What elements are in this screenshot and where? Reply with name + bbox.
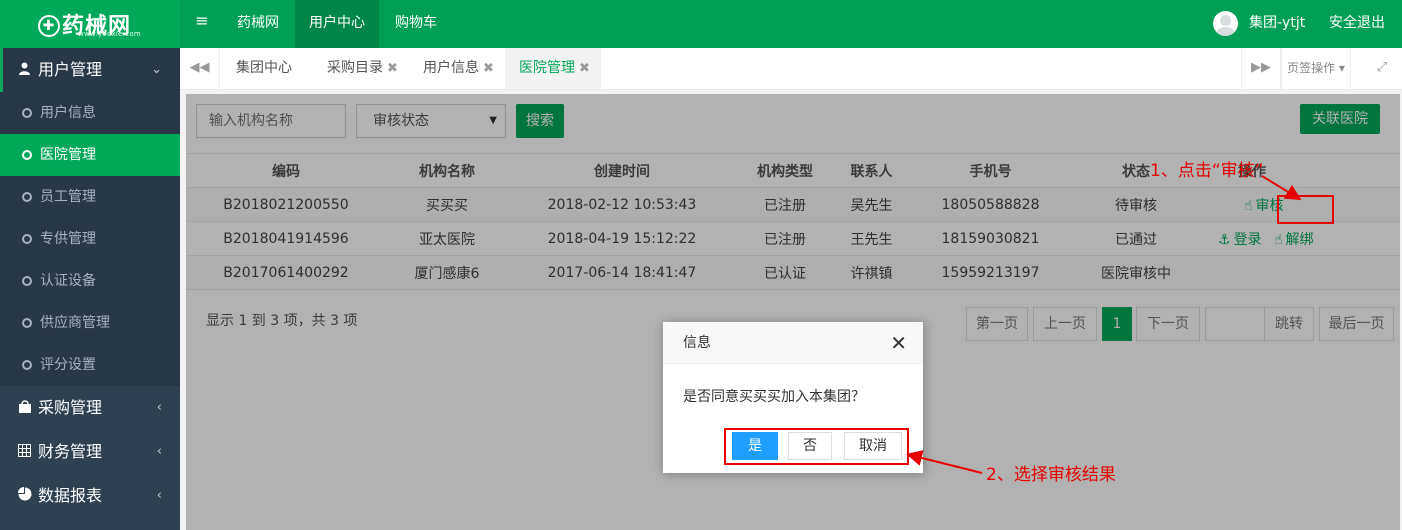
topnav-user-center[interactable]: 用户中心: [295, 0, 379, 48]
calculator-icon: [18, 432, 34, 476]
sidebar-item-certified-devices[interactable]: 认证设备: [0, 260, 180, 302]
sidebar-item-user-info[interactable]: 用户信息: [0, 92, 180, 134]
sidebar-item-label: 员工管理: [40, 189, 96, 205]
top-navbar: ✚ 药械网 www.yooxie.com ≡ 药械网 用户中心 购物车 集团-yt…: [0, 0, 1402, 48]
dialog-title: 信息: [683, 335, 711, 351]
shopping-bag-icon: [18, 388, 34, 432]
sidebar-item-label: 医院管理: [40, 147, 96, 163]
close-icon[interactable]: ✖: [387, 61, 398, 76]
sidebar-item-label: 专供管理: [40, 231, 96, 247]
annotation-highlight-dialog-buttons: [724, 428, 909, 465]
circle-icon: [22, 360, 32, 370]
chevron-down-icon: ⌄: [151, 62, 162, 77]
dialog-message: 是否同意买买买加入本集团？: [683, 389, 865, 405]
sidebar-item-label: 评分设置: [40, 357, 96, 373]
menu-toggle-icon[interactable]: ≡: [190, 10, 214, 34]
circle-icon: [22, 234, 32, 244]
close-icon[interactable]: ✕: [890, 322, 907, 364]
tab-label: 集团中心: [236, 60, 292, 76]
brand-logo[interactable]: ✚ 药械网 www.yooxie.com: [0, 0, 180, 48]
brand-url: www.yooxie.com: [78, 30, 142, 38]
circle-icon: [22, 150, 32, 160]
tab-user-info[interactable]: 用户信息 ✖: [423, 48, 494, 89]
sidebar-item-exclusive-supply[interactable]: 专供管理: [0, 218, 180, 260]
circle-icon: [22, 318, 32, 328]
tab-hospital-management[interactable]: 医院管理 ✖: [505, 48, 601, 89]
sidebar-item-rating-settings[interactable]: 评分设置: [0, 344, 180, 386]
circle-icon: [22, 108, 32, 118]
chevron-left-icon: ‹: [156, 488, 162, 503]
sidebar-group-label: 用户管理: [38, 60, 103, 79]
sidebar-item-label: 供应商管理: [40, 315, 110, 331]
tab-label: 采购目录: [327, 60, 383, 76]
sidebar-group-data-reports[interactable]: 数据报表 ‹: [0, 474, 180, 518]
tab-operations-dropdown[interactable]: 页签操作 ▾: [1281, 48, 1351, 89]
avatar[interactable]: [1213, 11, 1238, 36]
annotation-step1: 1、点击“审核”: [1150, 161, 1264, 181]
annotation-highlight-audit: [1277, 195, 1334, 224]
close-icon[interactable]: ✖: [579, 61, 590, 76]
tab-purchase-catalog[interactable]: 采购目录 ✖: [327, 48, 398, 89]
logout-link[interactable]: 安全退出: [1329, 0, 1385, 46]
user-name[interactable]: 集团-ytjt: [1249, 0, 1305, 46]
sidebar-item-hospital-management[interactable]: 医院管理: [0, 134, 180, 176]
pie-chart-icon: [18, 476, 34, 520]
close-icon[interactable]: ✖: [483, 61, 494, 76]
sidebar-item-label: 认证设备: [40, 273, 96, 289]
tabs-scroll-right-icon[interactable]: ▶▶: [1241, 48, 1281, 89]
user-icon: [18, 50, 34, 94]
annotation-step2: 2、选择审核结果: [986, 465, 1116, 485]
logo-icon: ✚: [38, 15, 60, 37]
sidebar-group-finance-management[interactable]: 财务管理 ‹: [0, 430, 180, 474]
sidebar-item-label: 用户信息: [40, 105, 96, 121]
topnav-cart[interactable]: 购物车: [384, 0, 448, 48]
sidebar-group-label: 采购管理: [38, 398, 103, 417]
sidebar-group-label: 财务管理: [38, 442, 103, 461]
chevron-left-icon: ‹: [156, 444, 162, 459]
tab-label: 医院管理: [519, 60, 575, 76]
topnav-home[interactable]: 药械网: [226, 0, 290, 48]
circle-icon: [22, 276, 32, 286]
page-tabs-bar: ◀◀ 集团中心 采购目录 ✖ 用户信息 ✖ 医院管理 ✖ ▶▶ 页签操作 ▾ ⤢: [180, 48, 1402, 90]
chevron-left-icon: ‹: [156, 400, 162, 415]
sidebar-group-purchase-management[interactable]: 采购管理 ‹: [0, 386, 180, 430]
caret-down-icon: ▾: [1335, 61, 1345, 75]
tab-label: 用户信息: [423, 60, 479, 76]
tab-group-center[interactable]: 集团中心: [236, 48, 292, 89]
sidebar-group-label: 数据报表: [38, 486, 103, 505]
tabs-scroll-left-icon[interactable]: ◀◀: [180, 48, 220, 89]
tab-ops-label: 页签操作: [1287, 61, 1336, 75]
sidebar: 用户管理 ⌄ 用户信息 医院管理 员工管理 专供管理 认证设备 供应商管理 评分…: [0, 48, 180, 530]
sidebar-submenu: 用户信息 医院管理 员工管理 专供管理 认证设备 供应商管理 评分设置: [0, 92, 180, 386]
sidebar-group-user-management[interactable]: 用户管理 ⌄: [0, 48, 180, 92]
sidebar-item-staff-management[interactable]: 员工管理: [0, 176, 180, 218]
dialog-header: 信息 ✕: [663, 322, 923, 364]
sidebar-item-supplier-management[interactable]: 供应商管理: [0, 302, 180, 344]
circle-icon: [22, 192, 32, 202]
fullscreen-icon[interactable]: ⤢: [1362, 48, 1402, 89]
